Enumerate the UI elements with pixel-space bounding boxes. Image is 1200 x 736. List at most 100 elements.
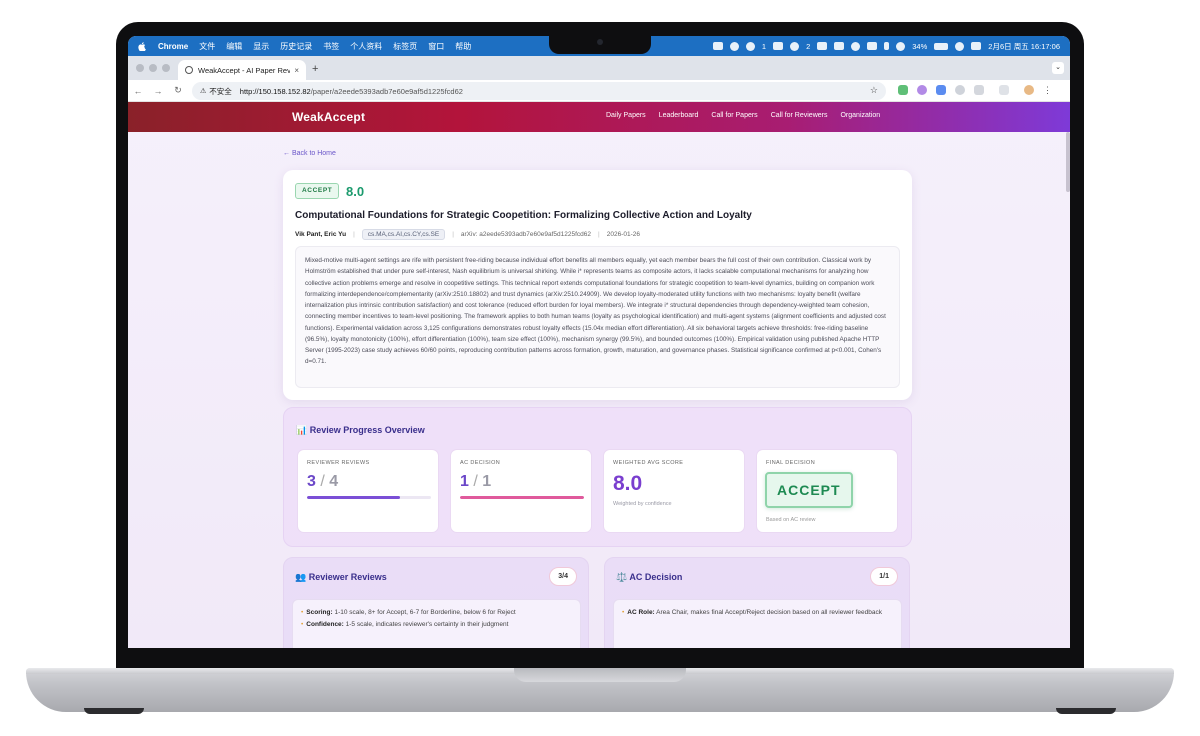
bullet-icon: • [301, 609, 304, 616]
guideline-item: • Confidence: 1-5 scale, indicates review… [301, 619, 572, 631]
tab-search-icon[interactable]: ⌄ [1052, 62, 1064, 74]
fraction-slash: / [320, 473, 325, 490]
wifi-icon[interactable] [896, 41, 906, 51]
tab-active[interactable]: WeakAccept - AI Paper Revie × [178, 60, 306, 80]
new-tab-button[interactable]: + [312, 63, 318, 75]
minimize-window-button[interactable] [149, 64, 157, 72]
zoom-window-button[interactable] [162, 64, 170, 72]
site-navbar: WeakAccept Daily Papers Leaderboard Call… [128, 102, 1070, 132]
globe-icon [185, 66, 193, 74]
warning-icon[interactable]: ⚠ [200, 87, 206, 95]
site-brand[interactable]: WeakAccept [292, 110, 365, 124]
paper-date: 2026-01-26 [606, 231, 640, 238]
guideline-item: • Scoring: 1-10 scale, 8+ for Accept, 6-7… [301, 607, 572, 619]
search-icon[interactable] [955, 41, 965, 51]
clipboard-icon[interactable] [834, 42, 845, 50]
laptop-foot-left [84, 708, 144, 714]
menu-help[interactable]: 帮助 [455, 41, 471, 52]
wechat-icon[interactable] [773, 42, 784, 50]
tab-strip: WeakAccept - AI Paper Revie × + ⌄ [128, 56, 1070, 80]
extension-icons: ⋮ [898, 85, 1053, 95]
battery-icon[interactable] [934, 42, 949, 50]
address-bar[interactable]: ⚠ 不安全 http://150.158.152.82/paper/a2eede… [192, 82, 886, 100]
side-panel-icon[interactable] [999, 85, 1009, 95]
tab-close-icon[interactable]: × [294, 66, 299, 75]
progress-title: 📊 Review Progress Overview [296, 425, 425, 435]
clock[interactable]: 2月6日 周五 16:17:06 [988, 41, 1060, 52]
reviews-done: 3 [307, 473, 316, 490]
ac-decision-title: ⚖️ AC Decision [616, 572, 683, 582]
menu-tab[interactable]: 标签页 [393, 41, 417, 52]
battery-percent: 34% [912, 41, 928, 51]
back-to-home-link[interactable]: ← Back to Home [283, 150, 336, 157]
nav-links: Daily Papers Leaderboard Call for Papers… [606, 112, 880, 119]
laptop-foot-right [1056, 708, 1116, 714]
menu-view[interactable]: 显示 [253, 41, 269, 52]
url-path: /paper/a2eede5393adb7e60e9af5d1225fcd62 [310, 86, 463, 96]
stat-label: REVIEWER REVIEWS [307, 460, 370, 466]
forward-arrow-icon[interactable]: → [148, 86, 168, 96]
nav-daily-papers[interactable]: Daily Papers [606, 112, 646, 119]
meta-divider: | [452, 231, 454, 238]
cloud-icon[interactable] [729, 41, 739, 51]
menu-kebab-icon[interactable]: ⋮ [1043, 85, 1053, 95]
bookmark-star-icon[interactable]: ☆ [870, 85, 878, 96]
back-arrow-icon[interactable]: ← [128, 86, 148, 96]
reviewer-reviews-title: 👥 Reviewer Reviews [295, 572, 387, 582]
profile-avatar-icon[interactable] [1024, 85, 1034, 95]
notif-count-2: 2 [806, 41, 811, 51]
bluetooth-icon[interactable] [884, 42, 890, 50]
paper-title: Computational Foundations for Strategic … [295, 210, 752, 221]
category-tags: cs.MA,cs.AI,cs.CY,cs.SE [361, 229, 446, 240]
translate-icon[interactable] [936, 85, 946, 95]
guideline-label: AC Role: [627, 609, 655, 616]
extensions-puzzle-icon[interactable] [974, 85, 984, 95]
input-method-icon[interactable] [817, 42, 828, 50]
camera-icon [597, 39, 603, 45]
menu-profile[interactable]: 个人资料 [350, 41, 382, 52]
window-controls [136, 64, 170, 72]
menu-edit[interactable]: 编辑 [226, 41, 242, 52]
apple-icon[interactable] [138, 41, 146, 51]
menu-history[interactable]: 历史记录 [280, 41, 312, 52]
tab-title: WeakAccept - AI Paper Revie [198, 65, 291, 75]
nav-call-for-reviewers[interactable]: Call for Reviewers [771, 112, 828, 119]
reviewer-reviews-card: 👥 Reviewer Reviews 3/4 • Scoring: 1-10 sc… [283, 557, 589, 648]
ac-progress-fill [460, 496, 584, 499]
extension-gray-icon[interactable] [955, 85, 965, 95]
bullet-icon: • [622, 609, 625, 616]
paper-authors: Vik Pant, Eric Yu [295, 231, 347, 238]
final-decision-note: Based on AC review [766, 517, 816, 523]
menu-bookmarks[interactable]: 书签 [323, 41, 339, 52]
reload-icon[interactable]: ↻ [168, 85, 188, 96]
menu-app-chrome[interactable]: Chrome [158, 42, 188, 51]
stat-fraction: 3 / 4 [307, 473, 338, 491]
bag-icon[interactable] [867, 42, 878, 50]
reviews-progress-fill [307, 496, 400, 499]
menu-window[interactable]: 窗口 [428, 41, 444, 52]
sync-icon[interactable] [745, 41, 755, 51]
check-icon[interactable] [790, 41, 800, 51]
close-window-button[interactable] [136, 64, 144, 72]
nav-leaderboard[interactable]: Leaderboard [659, 112, 699, 119]
extension-green-icon[interactable] [898, 85, 908, 95]
nav-organization[interactable]: Organization [840, 112, 880, 119]
page-scrollbar[interactable] [1066, 132, 1070, 192]
guideline-text: Area Chair, makes final Accept/Reject de… [654, 609, 882, 616]
stat-ac-decision: AC DECISION 1 / 1 [450, 449, 592, 533]
stat-label: AC DECISION [460, 460, 501, 466]
music-icon[interactable] [851, 41, 861, 51]
weighted-score-note: Weighted by confidence [613, 501, 672, 507]
stat-weighted-score: WEIGHTED AVG SCORE 8.0 Weighted by confi… [603, 449, 745, 533]
nav-call-for-papers[interactable]: Call for Papers [711, 112, 757, 119]
reviews-total: 4 [329, 473, 339, 490]
meta-divider: | [353, 231, 355, 238]
extension-purple-icon[interactable] [917, 85, 927, 95]
weighted-score-value: 8.0 [613, 472, 643, 495]
stat-fraction: 1 / 1 [460, 473, 491, 491]
browser-toolbar: ← → ↻ ⚠ 不安全 http://150.158.152.82/paper/… [128, 80, 1070, 102]
menu-file[interactable]: 文件 [199, 41, 215, 52]
butterfly-icon[interactable] [712, 42, 723, 50]
insecure-label[interactable]: 不安全 [209, 86, 232, 97]
control-center-icon[interactable] [971, 42, 982, 50]
